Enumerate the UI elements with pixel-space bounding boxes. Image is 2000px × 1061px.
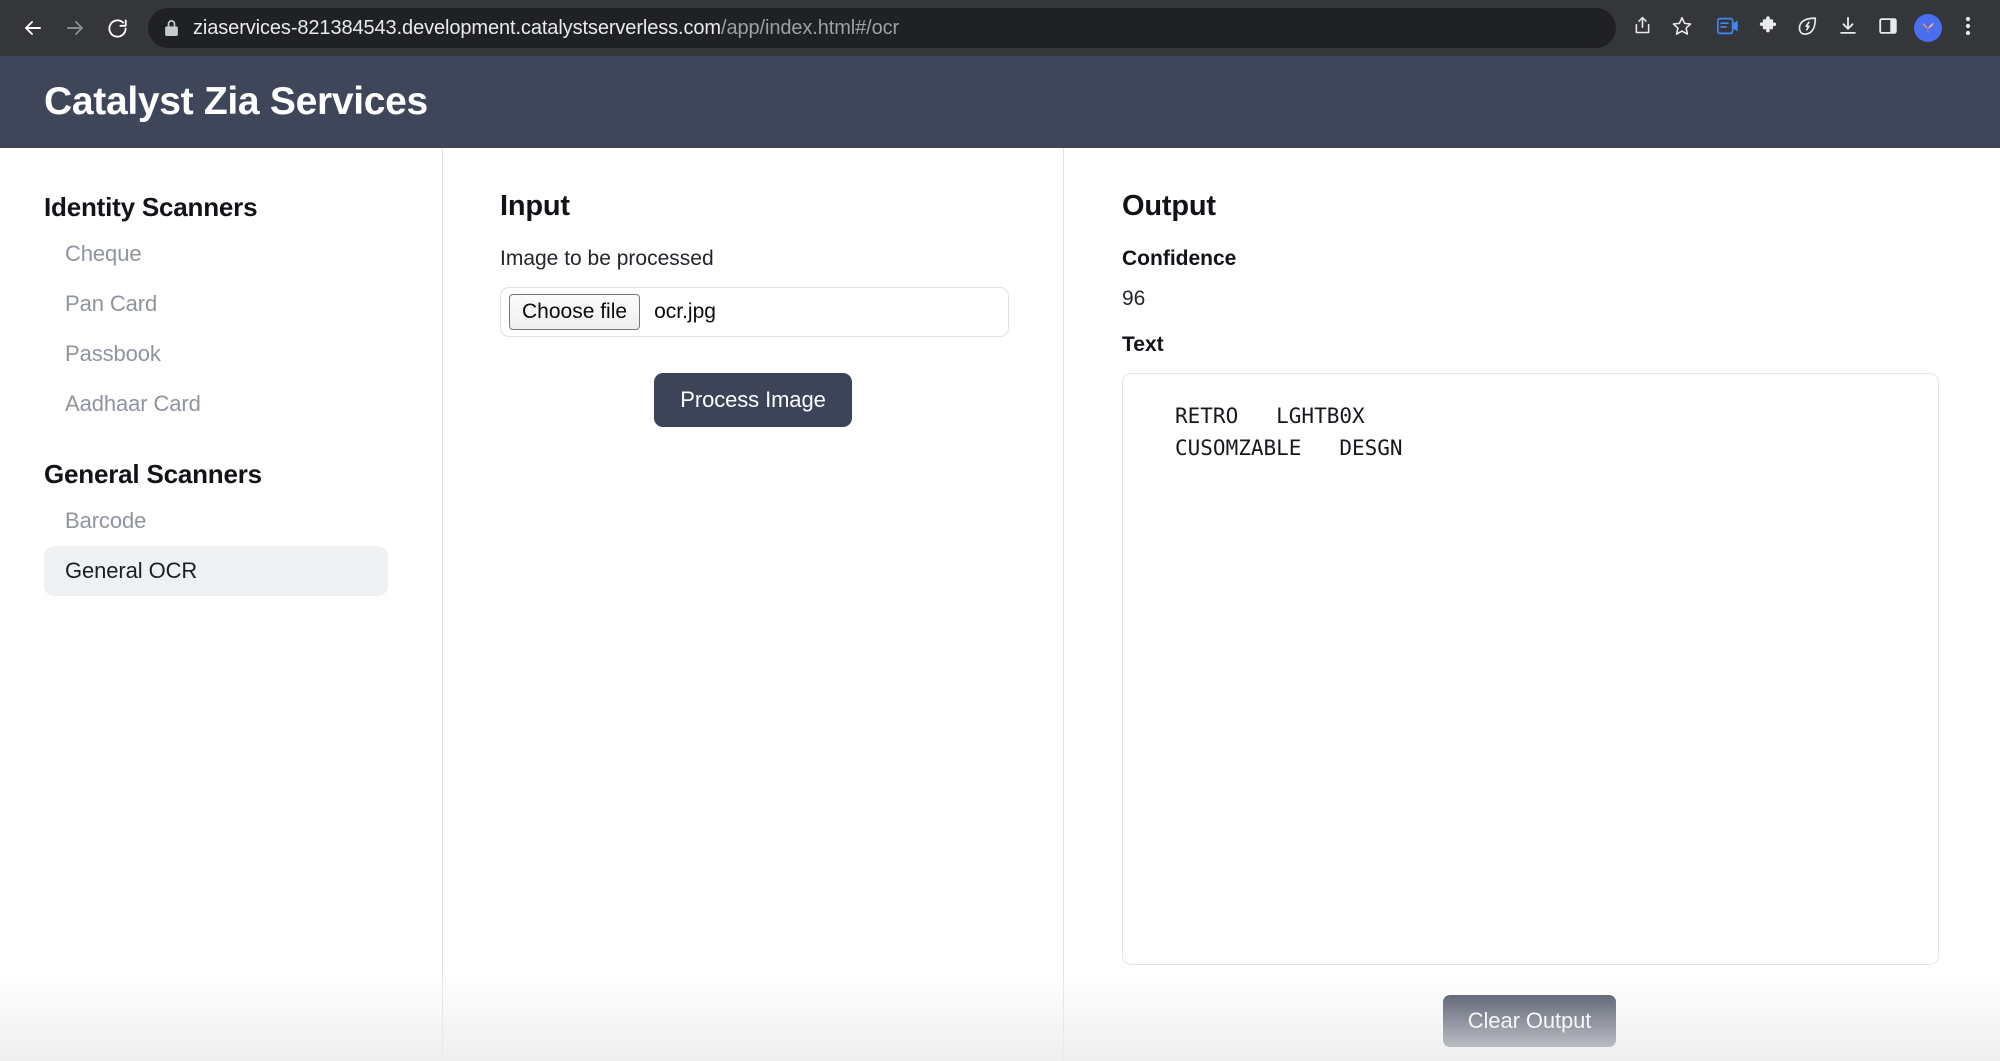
input-heading: Input: [500, 190, 1008, 223]
clear-output-button[interactable]: Clear Output: [1443, 995, 1617, 1047]
url-text: ziaservices-821384543.development.cataly…: [193, 17, 899, 40]
image-field-label: Image to be processed: [500, 247, 1008, 271]
reload-icon: [106, 17, 129, 40]
toolbar-actions: [1622, 8, 1988, 48]
profile-avatar-icon: [1914, 14, 1942, 42]
address-bar[interactable]: ziaservices-821384543.development.cataly…: [148, 8, 1616, 48]
sidebar-item-cheque[interactable]: Cheque: [44, 229, 402, 279]
three-dot-menu-icon: [1965, 14, 1971, 43]
extensions-button[interactable]: [1748, 8, 1788, 48]
forward-button[interactable]: [54, 7, 96, 49]
sidebar-group-title-identity: Identity Scanners: [44, 192, 402, 223]
sidebar-item-general-ocr[interactable]: General OCR: [44, 546, 388, 596]
back-button[interactable]: [12, 7, 54, 49]
star-bookmark-icon: [1671, 15, 1693, 42]
download-icon: [1837, 15, 1859, 42]
sidebar-item-barcode[interactable]: Barcode: [44, 496, 402, 546]
ocr-output-text: RETRO LGHTB0X CUSOMZABLE DESGN: [1153, 401, 1908, 465]
selected-file-name: ocr.jpg: [654, 300, 716, 324]
document-video-icon: [1716, 15, 1740, 42]
sidebar-item-pan-card[interactable]: Pan Card: [44, 279, 402, 329]
back-arrow-icon: [21, 16, 45, 40]
app-body: Identity Scanners Cheque Pan Card Passbo…: [0, 148, 2000, 1061]
url-path: /app/index.html#/ocr: [721, 17, 899, 39]
sidebar: Identity Scanners Cheque Pan Card Passbo…: [0, 148, 442, 596]
downloads-button[interactable]: [1828, 8, 1868, 48]
share-button[interactable]: [1622, 8, 1662, 48]
file-input-control[interactable]: Choose file ocr.jpg: [500, 287, 1009, 337]
browser-toolbar: ziaservices-821384543.development.cataly…: [0, 0, 2000, 56]
process-button-row: Process Image: [500, 373, 1008, 427]
puzzle-extensions-icon: [1757, 15, 1779, 42]
reload-button[interactable]: [96, 7, 138, 49]
bookmark-button[interactable]: [1662, 8, 1702, 48]
input-panel: Input Image to be processed Choose file …: [443, 148, 1063, 427]
eco-button[interactable]: [1788, 8, 1828, 48]
confidence-value: 96: [1122, 287, 1939, 311]
reading-list-button[interactable]: [1708, 8, 1748, 48]
sidebar-item-passbook[interactable]: Passbook: [44, 329, 402, 379]
confidence-label: Confidence: [1122, 247, 1939, 271]
sidebar-group-title-general: General Scanners: [44, 459, 402, 490]
process-image-button[interactable]: Process Image: [654, 373, 851, 427]
choose-file-button[interactable]: Choose file: [509, 294, 640, 330]
side-panel-icon: [1877, 15, 1899, 42]
browser-menu-button[interactable]: [1948, 8, 1988, 48]
side-panel-button[interactable]: [1868, 8, 1908, 48]
leaf-energy-icon: [1797, 15, 1819, 42]
output-heading: Output: [1122, 190, 1939, 223]
output-panel: Output Confidence 96 Text RETRO LGHTB0X …: [1064, 148, 2000, 1047]
app-header: Catalyst Zia Services: [0, 56, 2000, 148]
lock-icon: [164, 19, 179, 37]
sidebar-item-aadhaar-card[interactable]: Aadhaar Card: [44, 379, 402, 429]
forward-arrow-icon: [63, 16, 87, 40]
page-title: Catalyst Zia Services: [44, 80, 428, 124]
url-host: ziaservices-821384543.development.cataly…: [193, 17, 721, 39]
ocr-output-box[interactable]: RETRO LGHTB0X CUSOMZABLE DESGN: [1122, 373, 1939, 965]
clear-button-row: Clear Output: [1122, 995, 1939, 1047]
profile-button[interactable]: [1908, 8, 1948, 48]
share-icon: [1632, 15, 1653, 41]
text-label: Text: [1122, 333, 1939, 357]
